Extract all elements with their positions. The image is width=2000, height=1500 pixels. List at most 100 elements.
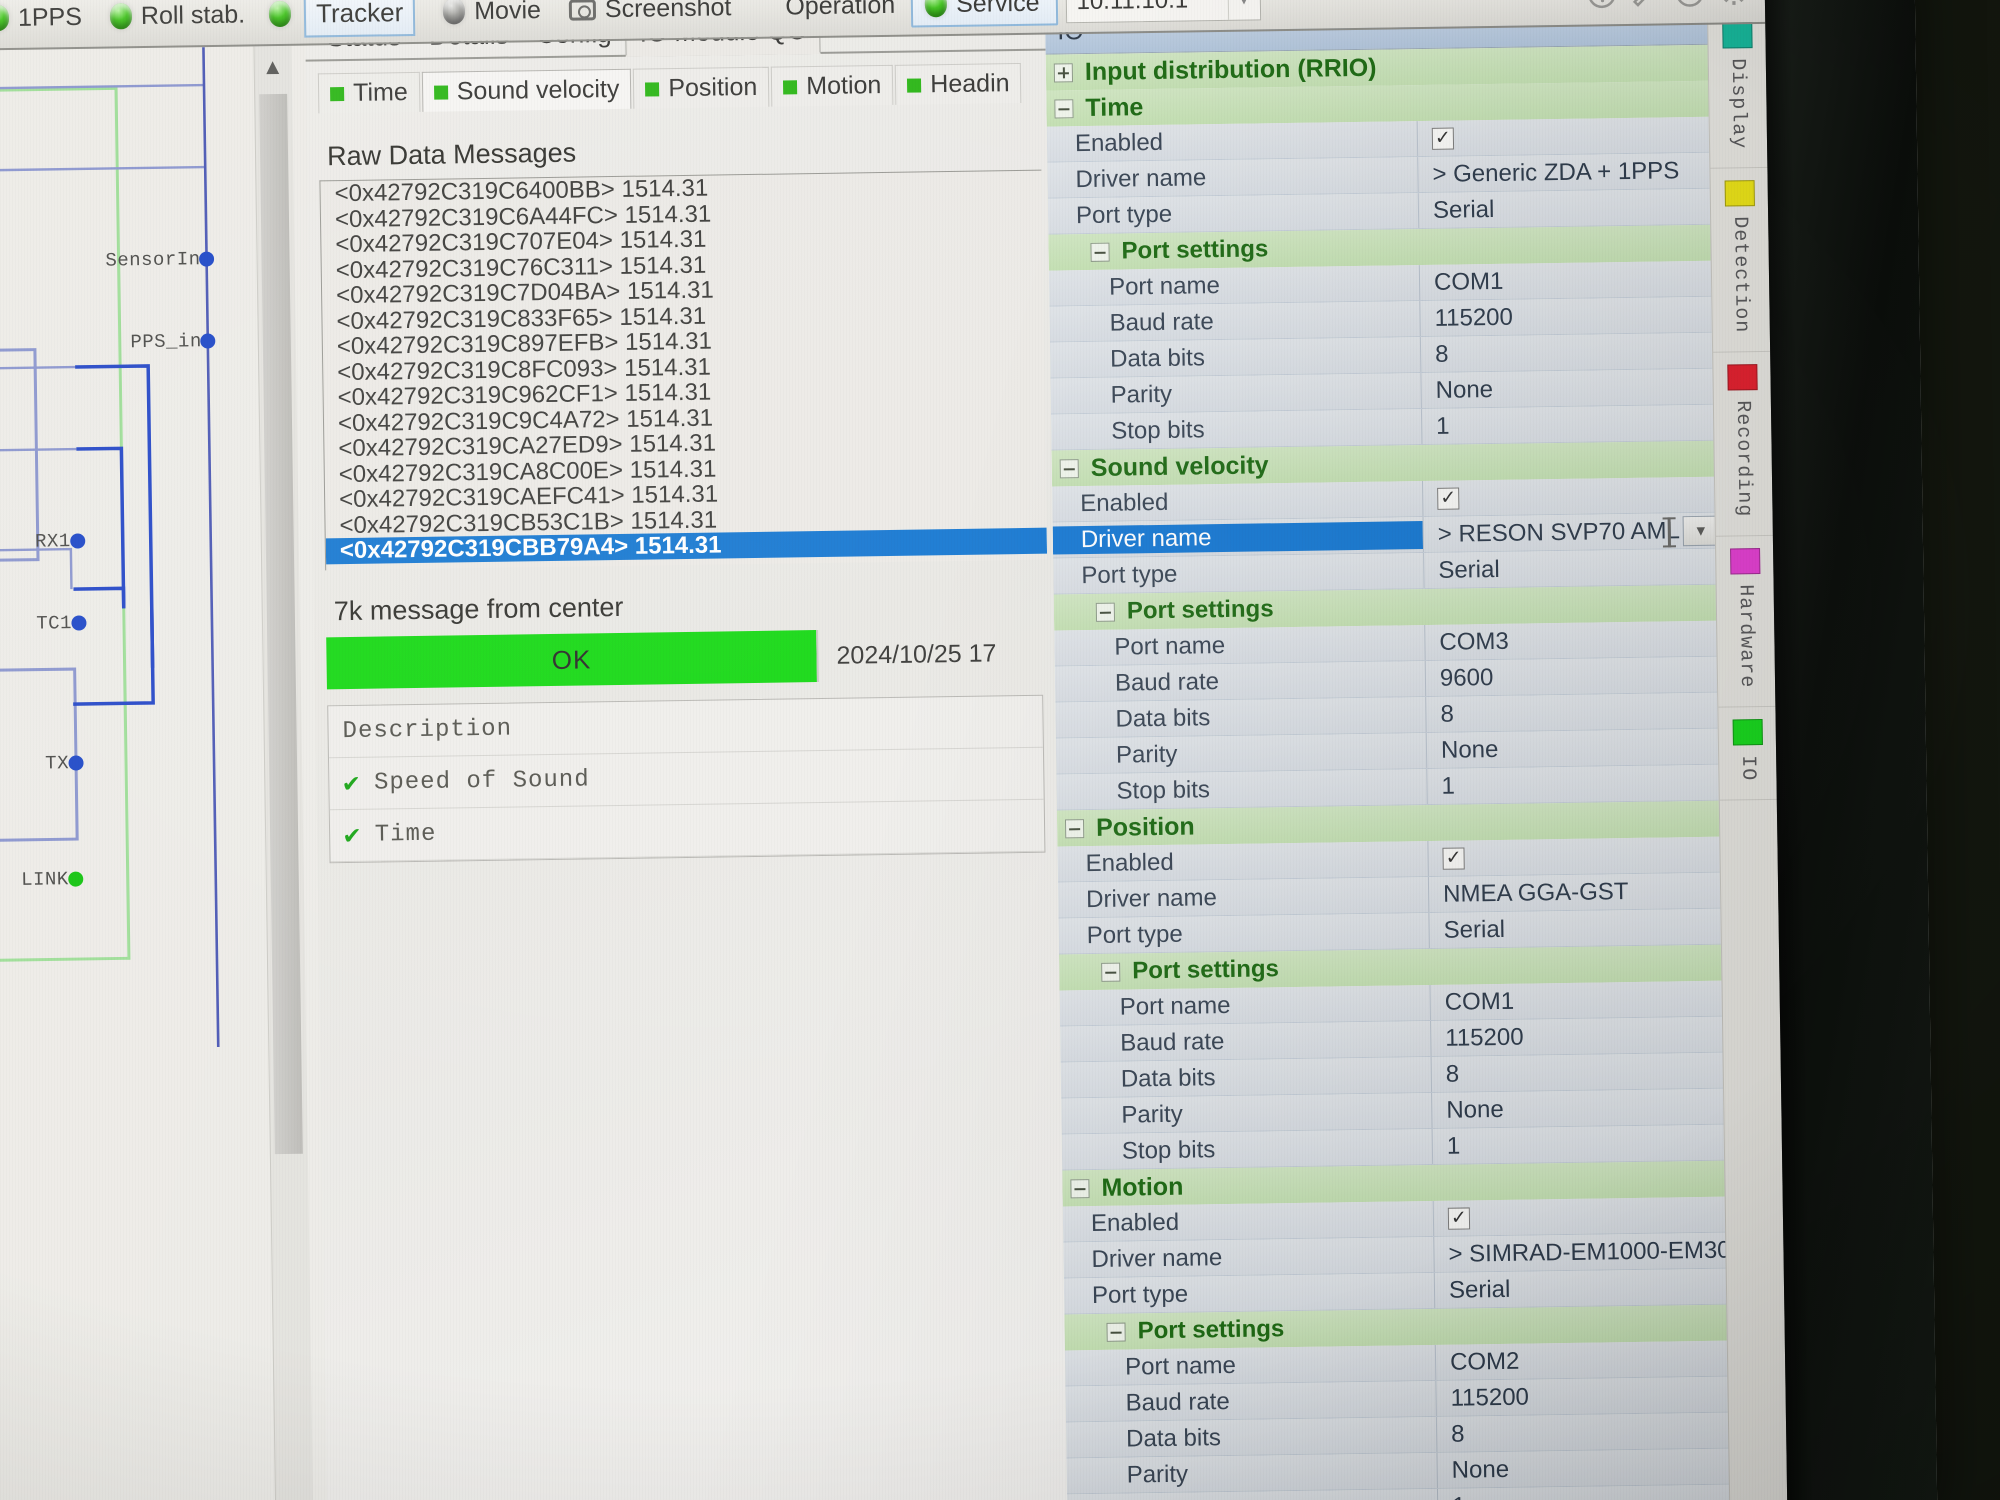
io-property-value[interactable]: ✓ xyxy=(1432,1196,1744,1236)
io-property-value[interactable]: 1 xyxy=(1426,764,1737,805)
io-property-value[interactable]: 8 xyxy=(1430,1052,1742,1092)
vertical-tab-hardware[interactable]: Hardware xyxy=(1715,535,1776,708)
io-property-value[interactable]: > SIMRAD-EM1000-EM30... xyxy=(1433,1232,1744,1272)
description-row-time[interactable]: ✔ Time xyxy=(329,799,1045,863)
toolbar-item-operation[interactable]: Operation xyxy=(773,0,911,30)
chevron-down-icon[interactable]: ▾ xyxy=(1227,0,1260,20)
help-icon[interactable] xyxy=(1587,0,1617,10)
raw-data-message-list[interactable]: <0x42792C319C6400BB> 1514.31 <0x42792C319… xyxy=(319,169,1048,571)
gear-icon[interactable] xyxy=(1719,0,1749,8)
io-property-value[interactable]: 115200 xyxy=(1419,296,1730,337)
vertical-tab-io[interactable]: IO xyxy=(1718,706,1777,801)
io-property-key: Port name xyxy=(1114,631,1226,661)
led-green-icon xyxy=(924,0,948,18)
toolbar-label: Service xyxy=(955,0,1040,18)
io-property-value[interactable]: None xyxy=(1425,728,1737,769)
node-label-sensorin: SensorIn xyxy=(105,248,201,272)
toolbar-item-movie[interactable]: Movie xyxy=(431,0,557,35)
io-property-key: Baud rate xyxy=(1120,1027,1225,1057)
vertical-tab-detection[interactable]: Detection xyxy=(1710,167,1771,353)
io-property-value[interactable]: Serial xyxy=(1428,908,1739,949)
io-property-value[interactable]: > Generic ZDA + 1PPS xyxy=(1417,152,1728,193)
subtab-sound-velocity[interactable]: Sound velocity xyxy=(421,68,632,112)
collapse-icon[interactable] xyxy=(1070,1178,1090,1198)
io-property-key: Stop bits xyxy=(1111,415,1205,445)
subtab-motion[interactable]: Motion xyxy=(770,64,894,107)
toolbar-item-screenshot[interactable]: Screenshot xyxy=(557,0,748,33)
io-property-key: Stop bits xyxy=(1067,1492,1437,1500)
expand-icon[interactable] xyxy=(1053,62,1074,82)
checkbox-checked-icon[interactable]: ✓ xyxy=(1447,1206,1471,1230)
io-property-value[interactable]: Serial xyxy=(1433,1268,1745,1308)
subtab-heading[interactable]: Headin xyxy=(895,62,1022,105)
io-property-value[interactable]: ✓ xyxy=(1422,476,1733,517)
io-property-value[interactable]: 8 xyxy=(1419,332,1731,373)
display-icon xyxy=(1721,22,1753,49)
collapse-icon[interactable] xyxy=(1054,98,1074,118)
toolbar-item-tracker[interactable]: Tracker xyxy=(261,0,432,38)
io-property-value[interactable]: COM3 xyxy=(1424,620,1735,661)
vertical-tab-recording[interactable]: Recording xyxy=(1713,351,1773,537)
io-property-value[interactable]: Serial xyxy=(1423,548,1734,589)
io-property-value-text: COM3 xyxy=(1439,627,1509,656)
io-property-value-text: 8 xyxy=(1445,1060,1460,1088)
collapse-icon[interactable] xyxy=(1064,818,1085,838)
ip-address-combo[interactable]: 10.11.10.1 ▾ xyxy=(1065,0,1261,24)
subtab-time[interactable]: Time xyxy=(317,71,421,114)
node-label-rx1: RX1 xyxy=(34,530,71,553)
toolbar-item-service[interactable]: Service xyxy=(910,0,1058,28)
io-property-key: Enabled xyxy=(1085,848,1174,877)
description-row-label: Time xyxy=(374,820,437,849)
io-property-value[interactable]: None xyxy=(1420,368,1731,409)
toolbar-item-roll-stab[interactable]: Roll stab. xyxy=(98,0,262,40)
checkbox-checked-icon[interactable]: ✓ xyxy=(1442,846,1465,870)
collapse-icon[interactable] xyxy=(1106,1322,1126,1342)
vertical-tab-display[interactable]: Display xyxy=(1708,9,1768,169)
io-property-value[interactable]: 115200 xyxy=(1430,1016,1741,1056)
io-property-value[interactable]: COM1 xyxy=(1429,980,1740,1020)
io-property-value[interactable]: 1 xyxy=(1420,404,1732,445)
io-group-label: Time xyxy=(1085,92,1144,122)
toolbar-label: Screenshot xyxy=(604,0,732,23)
chevron-up-icon[interactable]: ▲ xyxy=(262,54,284,80)
monitor-screen: – ☐ ✕ 1PPS Roll stab. Tracker Movie xyxy=(0,0,1938,1500)
toolbar-item-1pps[interactable]: 1PPS xyxy=(0,0,98,41)
io-property-value[interactable]: None xyxy=(1431,1088,1742,1128)
io-property-value-text: None xyxy=(1440,735,1499,764)
io-property-value[interactable]: 115200 xyxy=(1435,1376,1746,1416)
io-property-value[interactable]: NMEA GGA-GST xyxy=(1427,872,1739,913)
io-property-key: Driver name xyxy=(1091,1243,1223,1273)
collapse-icon[interactable] xyxy=(1090,242,1110,262)
subtab-label: Motion xyxy=(806,71,882,101)
checkbox-checked-icon[interactable]: ✓ xyxy=(1431,127,1455,150)
collapse-icon[interactable] xyxy=(1101,962,1121,982)
chevron-down-icon[interactable]: ▾ xyxy=(1682,515,1719,547)
checkbox-checked-icon[interactable]: ✓ xyxy=(1437,487,1460,510)
collapse-icon[interactable] xyxy=(1095,602,1116,622)
io-property-value[interactable]: COM2 xyxy=(1434,1340,1746,1380)
subtab-label: Time xyxy=(352,78,408,107)
io-property-value[interactable]: > RESON SVP70 AML ▾ xyxy=(1422,512,1734,553)
io-property-grid[interactable]: Input distribution (RRIO) Time Enabled ✓ Dri… xyxy=(1045,44,1748,1500)
io-property-key: Parity xyxy=(1110,380,1173,409)
io-property-value-text: 8 xyxy=(1434,340,1449,368)
io-property-value[interactable]: Serial xyxy=(1417,188,1729,229)
node-dot-sensorin[interactable] xyxy=(198,251,215,267)
io-property-value[interactable]: COM1 xyxy=(1418,260,1730,301)
io-property-value[interactable]: None xyxy=(1436,1448,1747,1488)
io-group-label: Port settings xyxy=(1121,235,1269,265)
wrench-icon[interactable] xyxy=(1631,0,1661,9)
io-property-value[interactable]: 8 xyxy=(1435,1412,1747,1452)
io-property-value[interactable]: 1 xyxy=(1431,1124,1743,1164)
io-property-value[interactable]: ✓ xyxy=(1416,116,1728,157)
info-icon[interactable] xyxy=(1675,0,1705,8)
io-property-value[interactable]: 9600 xyxy=(1424,656,1736,697)
io-property-key: Data bits xyxy=(1120,1063,1216,1093)
io-property-value[interactable]: ✓ xyxy=(1427,836,1738,877)
toolbar-label[interactable]: Tracker xyxy=(303,0,416,38)
subtab-position[interactable]: Position xyxy=(633,66,770,109)
io-property-value[interactable]: 8 xyxy=(1425,692,1736,733)
led-green-icon xyxy=(0,4,10,32)
check-icon: ✔ xyxy=(343,820,362,852)
collapse-icon[interactable] xyxy=(1059,458,1079,478)
